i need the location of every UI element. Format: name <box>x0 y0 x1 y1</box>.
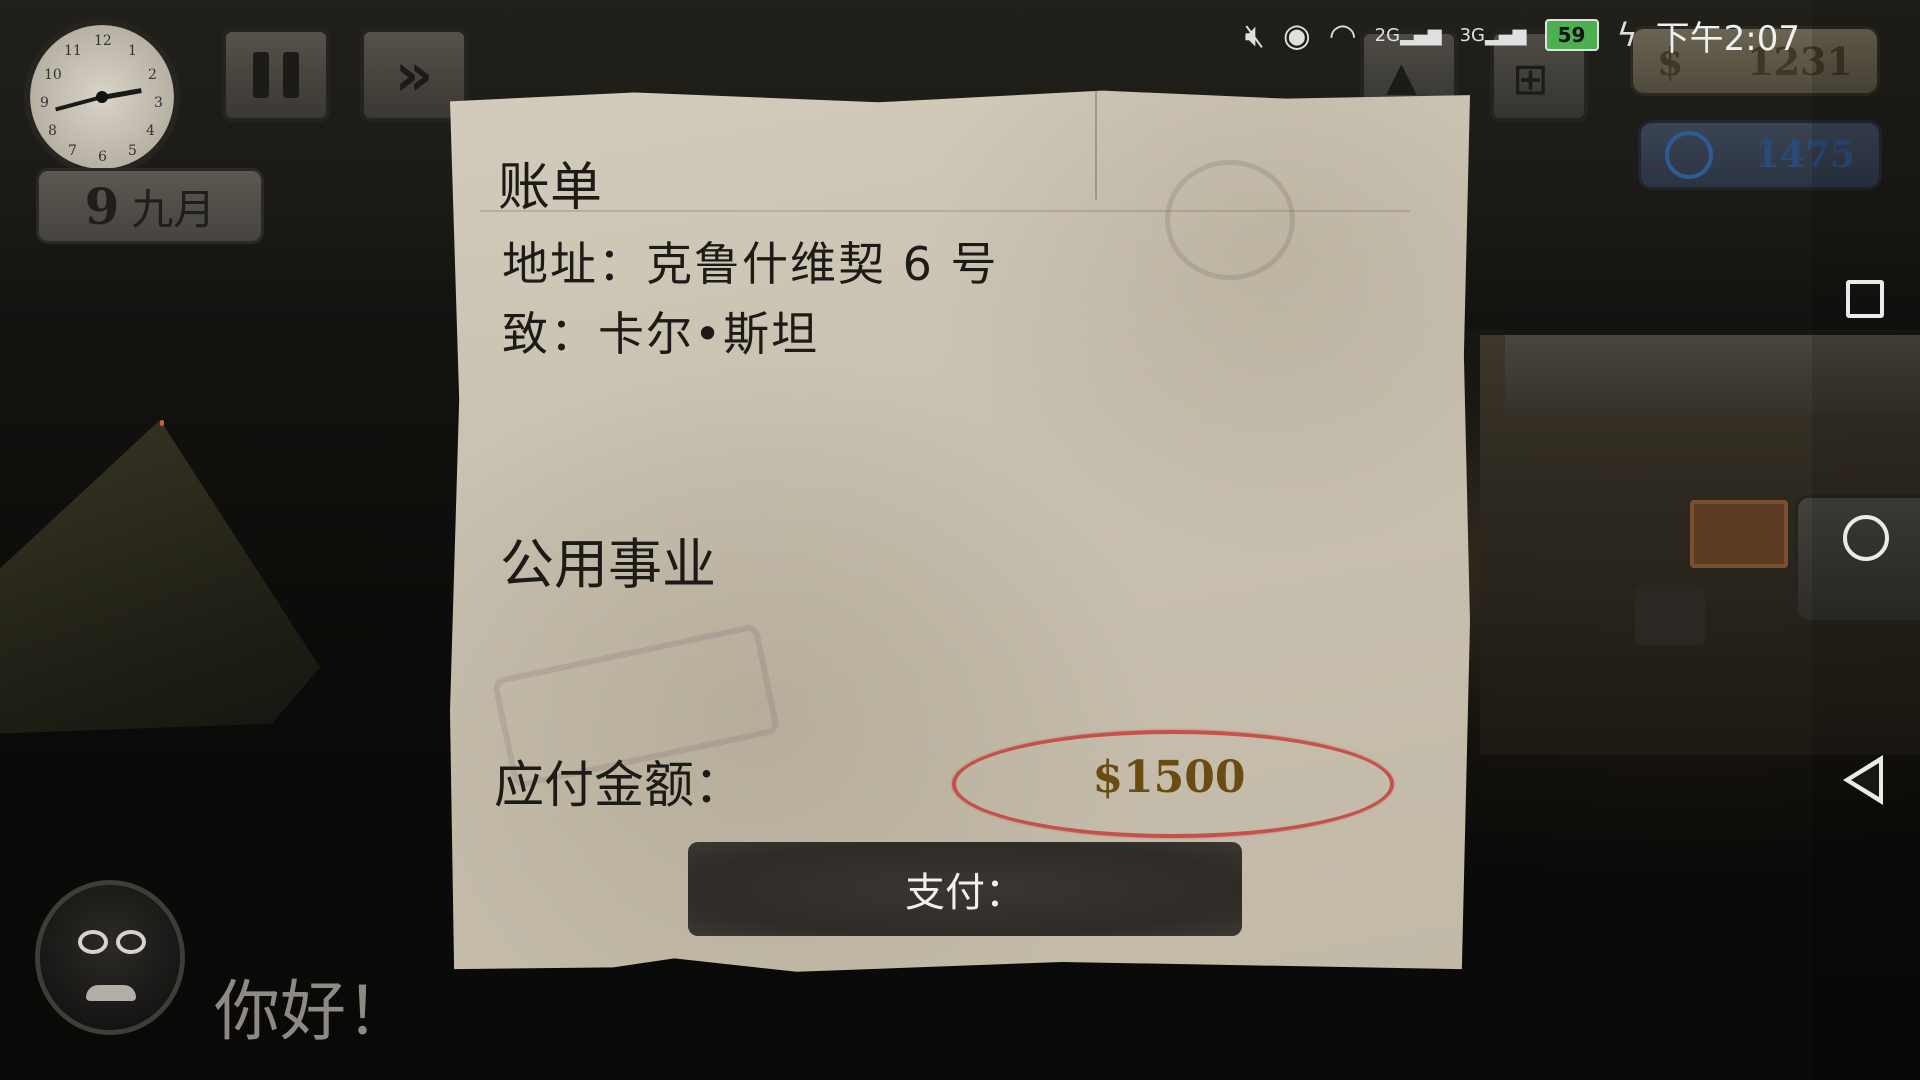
battery-level: 59 <box>1557 23 1586 47</box>
amount-due-value: $1500 <box>1092 752 1246 803</box>
wifi-icon: ◠ <box>1328 16 1357 54</box>
mustache-icon <box>86 985 136 1001</box>
back-button-inner <box>1851 763 1879 797</box>
dialog-greeting: 你好！ <box>214 973 412 1050</box>
amount-due-label: 应付金额： <box>494 756 744 814</box>
signal-icon: 3G▂▄▆ <box>1459 24 1527 46</box>
clock-number: 8 <box>48 123 57 139</box>
pause-button[interactable] <box>222 28 330 122</box>
bill-address: 地址：克鲁什维契 6 号 <box>502 237 999 291</box>
pause-icon <box>253 52 299 98</box>
reputation-icon <box>1665 131 1713 179</box>
clock-number: 11 <box>64 43 82 59</box>
clock-number: 12 <box>94 33 112 49</box>
eye-icon: ◉ <box>1282 16 1311 54</box>
clock-number: 1 <box>128 43 137 59</box>
status-time: 下午2:07 <box>1655 18 1800 59</box>
pay-button[interactable]: 支付： <box>688 842 1242 936</box>
status-bar: 🔇︎ ◉ ◠ 2G▂▄▆ 3G▂▄▆ 59 ϟ 下午2:07 <box>1245 10 1800 60</box>
clock-number: 6 <box>98 149 107 165</box>
recent-apps-button[interactable] <box>1846 280 1884 318</box>
bag-icon: ▲ <box>1386 54 1417 100</box>
date-day: 9 <box>84 176 120 236</box>
clock-number: 2 <box>148 67 157 83</box>
bill-title: 账单 <box>498 158 603 218</box>
charging-icon: ϟ <box>1616 16 1638 54</box>
clock-number: 5 <box>128 143 137 159</box>
home-button[interactable] <box>1843 515 1889 561</box>
clock-number: 7 <box>68 143 77 159</box>
glasses-icon <box>78 930 148 956</box>
battery-icon: 59 <box>1544 19 1599 51</box>
cart-icon: ⊞ <box>1512 54 1549 105</box>
wall-picture <box>1690 500 1788 568</box>
clock-center <box>96 91 108 103</box>
faded-postmark <box>1165 160 1295 280</box>
date-display: 9 九月 <box>36 168 264 244</box>
date-month: 九月 <box>131 184 216 234</box>
character-avatar <box>40 885 180 1030</box>
bill-category: 公用事业 <box>500 533 716 596</box>
lamp-light <box>160 420 164 426</box>
signal-icon: 2G▂▄▆ <box>1374 24 1442 46</box>
network-type: 2G <box>1374 24 1401 46</box>
clock-number: 9 <box>40 95 49 111</box>
clock-number: 4 <box>146 123 155 139</box>
bill-recipient: 致：卡尔•斯坦 <box>502 307 820 361</box>
network-type: 3G <box>1459 24 1485 46</box>
television <box>1635 585 1705 645</box>
clock-icon: 12 1 2 3 4 5 6 7 8 9 10 11 <box>30 25 174 169</box>
mute-icon: 🔇︎ <box>1244 15 1265 54</box>
clock-number: 10 <box>44 67 62 83</box>
fast-forward-icon: » <box>394 40 434 110</box>
paper-fold <box>1095 90 1097 200</box>
clock-number: 3 <box>154 95 163 111</box>
